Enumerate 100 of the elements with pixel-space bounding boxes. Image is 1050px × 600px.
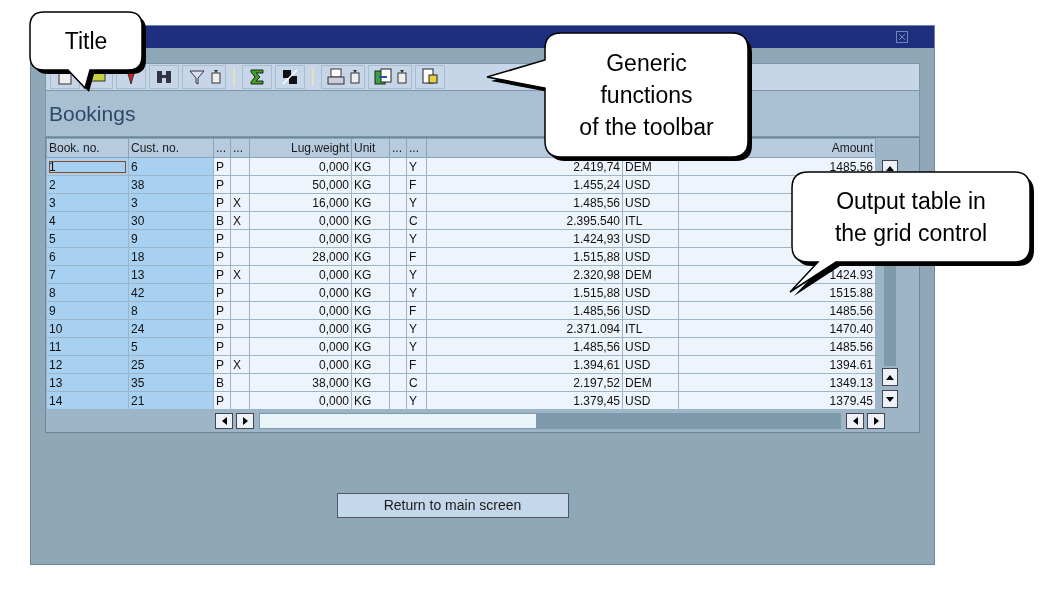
table-cell: USD	[625, 357, 651, 372]
table-cell-text: 13	[49, 376, 64, 389]
scroll-down-button[interactable]	[882, 390, 898, 408]
table-cell: USD	[625, 393, 651, 408]
table-cell: DEM	[625, 159, 652, 174]
table-cell: Y	[409, 195, 417, 210]
table-cell: 1	[49, 160, 126, 173]
table-cell-text: 9	[49, 304, 57, 317]
table-cell: 0,000	[318, 267, 349, 282]
scroll-up-button[interactable]	[882, 368, 898, 386]
table-cell: KG	[354, 159, 372, 174]
table-cell: ITL	[625, 321, 643, 336]
table-cell: 1.515,88	[573, 249, 620, 264]
table-cell: 30	[131, 213, 145, 228]
table-cell: 25	[131, 357, 145, 372]
table-cell: 1.379,45	[573, 393, 620, 408]
table-cell: Y	[409, 393, 417, 408]
callout-text: Generic functions of the toolbar	[579, 49, 714, 142]
filter-icon[interactable]	[187, 67, 207, 87]
table-cell: 0,000	[318, 213, 349, 228]
return-button[interactable]: Return to main screen	[336, 493, 569, 518]
table-cell: Y	[409, 231, 417, 246]
table-cell: P	[216, 321, 224, 336]
table-cell: 1485.56	[829, 303, 873, 318]
scroll-right-button[interactable]	[867, 413, 885, 429]
table-cell: X	[233, 357, 241, 372]
table-cell: P	[216, 231, 224, 246]
table-cell: 42	[131, 285, 145, 300]
table-cell: KG	[354, 303, 372, 318]
table-cell: 8	[131, 303, 138, 318]
table-cell: KG	[354, 213, 372, 228]
table-cell: P	[216, 159, 224, 174]
sigma-icon[interactable]	[247, 67, 267, 87]
table-cell: F	[409, 249, 417, 264]
table-cell: KG	[354, 177, 372, 192]
scrollbar-track[interactable]	[259, 413, 841, 429]
printer-icon[interactable]	[326, 67, 346, 87]
table-cell: P	[216, 249, 224, 264]
column-header: Cust. no.	[131, 141, 180, 155]
table-cell: 1515.88	[829, 285, 873, 300]
right-arrow-icon	[873, 417, 879, 425]
layout-icon[interactable]	[420, 67, 440, 87]
column-header: Amount	[831, 141, 873, 155]
table-cell: 3	[131, 195, 138, 210]
table-cell: 0,000	[318, 357, 349, 372]
table-cell: 1.485,56	[573, 339, 620, 354]
table-cell: F	[409, 177, 417, 192]
close-icon[interactable]	[896, 31, 908, 43]
table-cell: P	[216, 267, 224, 282]
table-cell: 0,000	[318, 303, 349, 318]
table-cell: 0,000	[318, 393, 349, 408]
table-cell: KG	[354, 393, 372, 408]
scrollbar-thumb[interactable]	[259, 413, 537, 429]
scroll-left-button[interactable]	[846, 413, 864, 429]
table-cell: X	[233, 267, 241, 282]
table-cell-text: 10	[49, 322, 64, 335]
table-cell: 2.395.540	[566, 213, 620, 228]
table-cell: P	[216, 195, 224, 210]
table-cell: P	[216, 303, 224, 318]
table-cell: USD	[625, 285, 651, 300]
table-cell: P	[216, 339, 224, 354]
table-cell: KG	[354, 375, 372, 390]
table-cell: 28,000	[312, 249, 349, 264]
scroll-right-button[interactable]	[236, 413, 254, 429]
dropdown-icon[interactable]	[211, 70, 221, 84]
table-cell: P	[216, 357, 224, 372]
table-cell: 1424.93	[829, 267, 873, 282]
table-cell: 9	[131, 231, 138, 246]
table-cell: Y	[409, 285, 417, 300]
table-cell-text: 4	[49, 214, 57, 227]
table-cell: 0,000	[318, 339, 349, 354]
table-cell: P	[216, 285, 224, 300]
table-cell-text: 11	[49, 340, 63, 353]
dropdown-icon[interactable]	[397, 70, 407, 84]
scroll-left-button[interactable]	[215, 413, 233, 429]
table-cell: USD	[625, 249, 651, 264]
column-header: ...	[392, 141, 402, 155]
table-cell-text: 5	[49, 232, 57, 245]
table-cell: 1485.56	[829, 339, 873, 354]
table-cell: 6	[131, 159, 138, 174]
table-cell: C	[409, 213, 418, 228]
table-cell: C	[409, 375, 418, 390]
table-cell: X	[233, 213, 241, 228]
table-cell: B	[216, 375, 224, 390]
table-cell: USD	[625, 177, 651, 192]
left-arrow-icon	[221, 417, 227, 425]
column-header: Book. no.	[49, 141, 100, 155]
table-cell: P	[216, 393, 224, 408]
table-cell: 1394.61	[829, 357, 873, 372]
down-arrow-icon	[886, 396, 894, 402]
table-cell: 50,000	[312, 177, 349, 192]
table-cell-text: 12	[49, 358, 64, 371]
table-cell: USD	[625, 231, 651, 246]
table-cell: 21	[131, 393, 145, 408]
export-icon[interactable]	[373, 67, 393, 87]
table-cell: 2.419,74	[573, 159, 620, 174]
table-cell: Y	[409, 321, 417, 336]
dropdown-icon[interactable]	[350, 70, 360, 84]
table-cell: B	[216, 213, 224, 228]
table-cell: 38,000	[312, 375, 349, 390]
